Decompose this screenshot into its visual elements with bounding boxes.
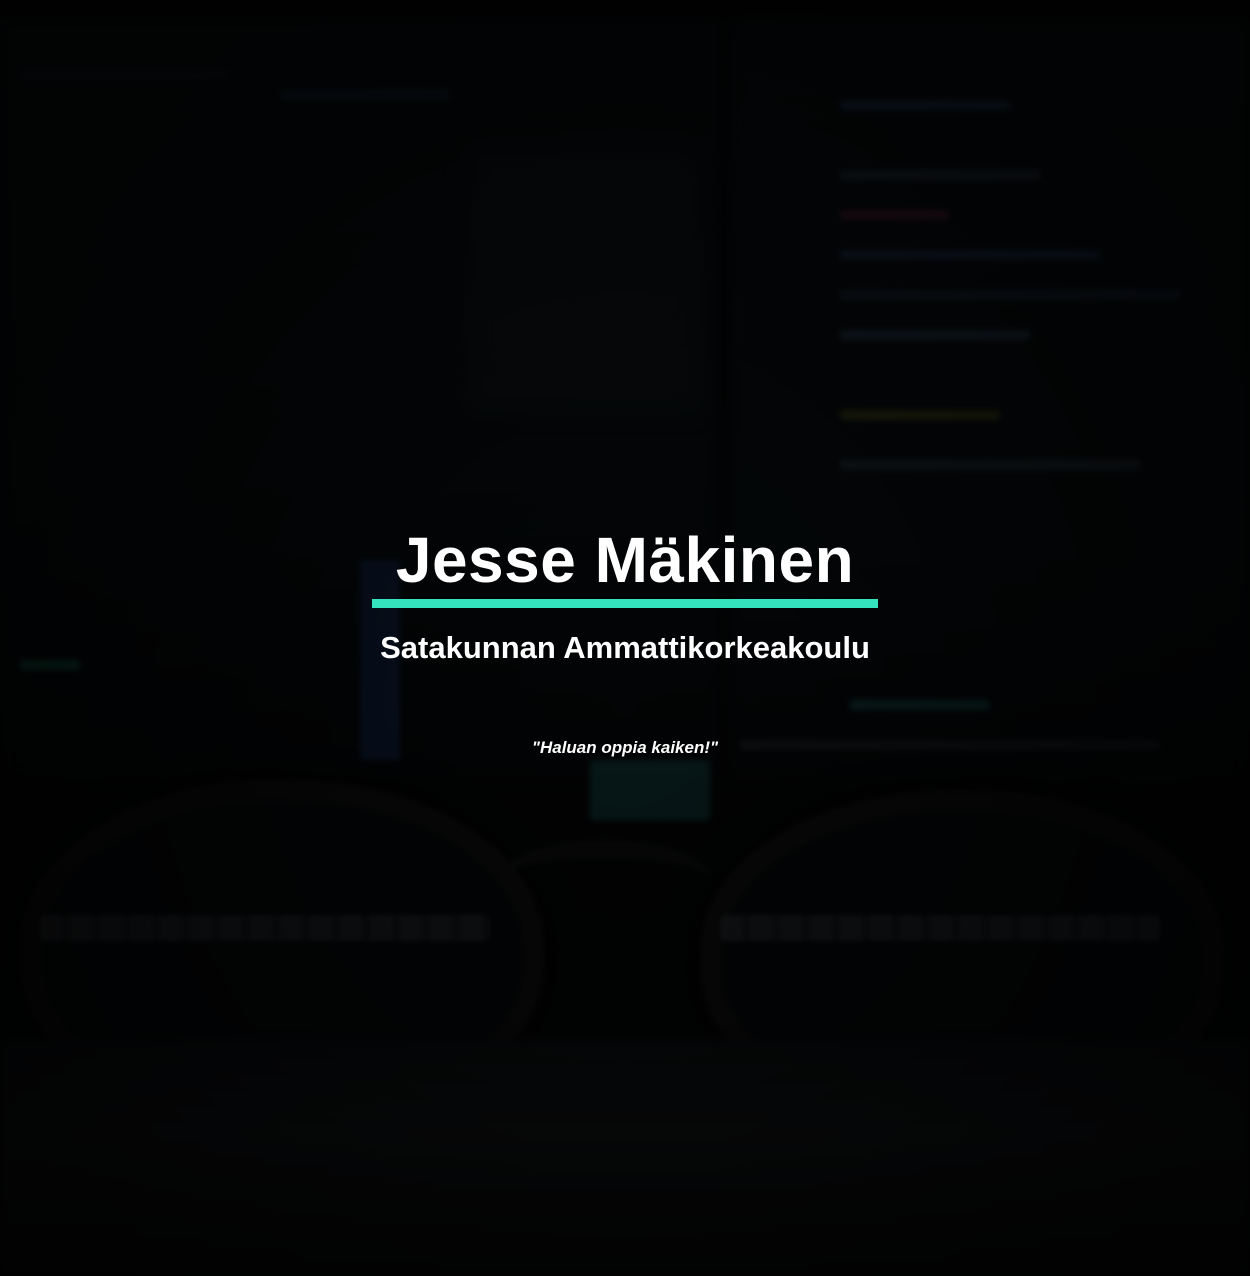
hero-content: Jesse Mäkinen Satakunnan Ammattikorkeako… [0, 522, 1250, 758]
name-underline [372, 599, 878, 608]
hero-section: Jesse Mäkinen Satakunnan Ammattikorkeako… [0, 0, 1250, 1276]
hero-quote: "Haluan oppia kaiken!" [531, 738, 719, 757]
hero-name: Jesse Mäkinen [395, 524, 855, 596]
hero-school: Satakunnan Ammattikorkeakoulu [380, 630, 870, 665]
